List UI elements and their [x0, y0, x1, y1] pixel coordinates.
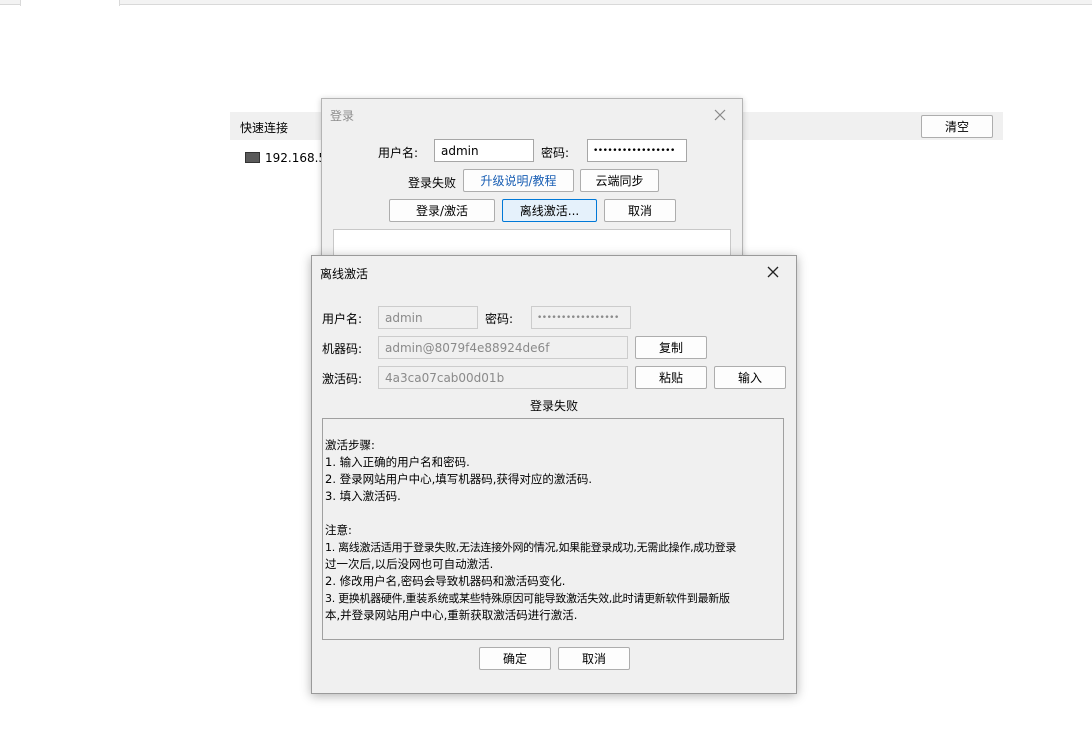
paste-button[interactable]: 粘贴: [635, 366, 707, 389]
offline-username-field: admin: [378, 306, 478, 329]
login-password-field[interactable]: •••••••••••••••••: [587, 139, 687, 162]
cloud-sync-button[interactable]: 云端同步: [580, 169, 659, 192]
top-tab-strip: [0, 0, 1092, 5]
machine-code-label: 机器码:: [322, 342, 363, 356]
instructions-line: 1. 输入正确的用户名和密码.: [325, 455, 470, 469]
monitor-icon: [245, 152, 260, 163]
instructions-line: [325, 505, 783, 522]
login-password-label: 密码:: [541, 146, 570, 160]
offline-cancel-button[interactable]: 取消: [558, 647, 630, 670]
input-button[interactable]: 输入: [714, 366, 786, 389]
active-tab[interactable]: [20, 0, 120, 6]
instructions-box: 激活步骤: 1. 输入正确的用户名和密码. 2. 登录网站用户中心,填写机器码,…: [322, 418, 784, 640]
instructions-line: 激活步骤:: [325, 438, 375, 452]
instructions-line: 本,并登录网站用户中心,重新获取激活码进行激活.: [325, 608, 578, 622]
login-dialog: 登录 用户名: admin 密码: ••••••••••••••••• 登录失败…: [321, 98, 743, 269]
activation-code-field[interactable]: 4a3ca07cab00d01b: [378, 366, 628, 389]
instructions-line: 过一次后,以后没网也可自动激活.: [325, 557, 494, 571]
offline-password-field: •••••••••••••••••: [531, 306, 631, 329]
offline-activate-button[interactable]: 离线激活...: [502, 199, 597, 222]
instructions-line: 3. 更换机器硬件,重装系统或某些特殊原因可能导致激活失效,此时请更新软件到最新…: [325, 592, 730, 605]
instructions-line: [325, 420, 783, 437]
offline-activation-dialog: 离线激活 用户名: admin 密码: ••••••••••••••••• 机器…: [311, 255, 797, 694]
instructions-line: 1. 离线激活适用于登录失败,无法连接外网的情况,如果能登录成功,无需此操作,成…: [325, 541, 737, 554]
ok-button[interactable]: 确定: [479, 647, 551, 670]
login-status-text: 登录失败: [408, 176, 457, 190]
offline-status-text: 登录失败: [529, 399, 578, 413]
quick-connect-label: 快速连接: [240, 121, 289, 135]
upgrade-tutorial-button[interactable]: 升级说明/教程: [463, 169, 574, 192]
offline-username-label: 用户名:: [322, 312, 363, 326]
close-icon[interactable]: [710, 105, 730, 125]
login-username-label: 用户名:: [378, 146, 419, 160]
instructions-line: 注意:: [325, 523, 352, 537]
login-cancel-button[interactable]: 取消: [604, 199, 676, 222]
login-username-field[interactable]: admin: [434, 139, 534, 162]
offline-password-label: 密码:: [485, 312, 514, 326]
machine-code-field[interactable]: admin@8079f4e88924de6f: [378, 336, 628, 359]
login-dialog-title: 登录: [330, 109, 355, 123]
instructions-line: 2. 登录网站用户中心,填写机器码,获得对应的激活码.: [325, 472, 593, 486]
offline-dialog-title: 离线激活: [320, 267, 369, 281]
activation-code-label: 激活码:: [322, 372, 363, 386]
host-item[interactable]: 192.168.5.: [245, 150, 330, 168]
copy-button[interactable]: 复制: [635, 336, 707, 359]
instructions-line: 2. 修改用户名,密码会导致机器码和激活码变化.: [325, 574, 566, 588]
login-activate-button[interactable]: 登录/激活: [389, 199, 495, 222]
clear-button[interactable]: 清空: [921, 115, 993, 138]
close-icon[interactable]: [763, 262, 783, 282]
instructions-line: 3. 填入激活码.: [325, 489, 401, 503]
